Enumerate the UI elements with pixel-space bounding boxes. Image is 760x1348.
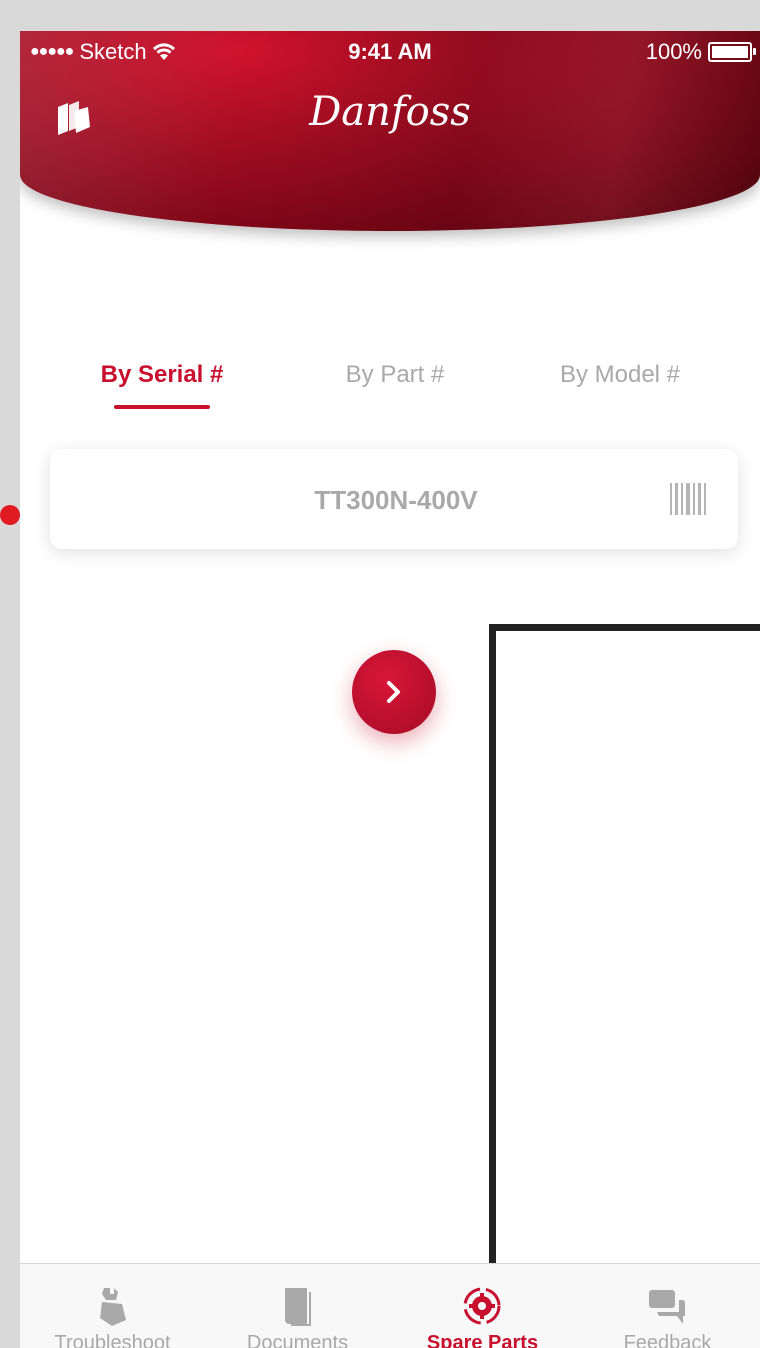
search-field — [50, 449, 742, 551]
red-marker-dot — [0, 505, 20, 525]
tabbar-label: Documents — [246, 1332, 349, 1348]
bottom-tab-bar: Troubleshoot Documents Spare Parts Feedb… — [20, 1263, 760, 1348]
status-right: 100% — [645, 39, 756, 65]
search-go-button[interactable] — [352, 650, 436, 734]
tabbar-label: Spare Parts — [426, 1332, 539, 1348]
battery-icon — [708, 42, 756, 62]
barcode-icon[interactable] — [670, 483, 710, 515]
search-input[interactable] — [50, 449, 742, 551]
danfoss-logo: Danfoss — [309, 89, 471, 135]
overlay-frame-top — [489, 624, 760, 631]
tabbar-label: Troubleshoot — [54, 1332, 171, 1348]
tabbar-label: Feedback — [623, 1332, 712, 1348]
search-tabs: By Serial # By Part # By Model # — [20, 361, 760, 421]
phone-screen: ●●●●● Sketch 9:41 AM 100% Danfoss By Ser… — [20, 31, 760, 1348]
tabbar-item-documents[interactable]: Documents — [205, 1264, 390, 1348]
wrench-hand-icon — [100, 1288, 126, 1326]
chat-bubbles-icon — [649, 1290, 686, 1324]
tab-by-model[interactable]: By Model # — [535, 361, 705, 389]
tabbar-item-spare-parts[interactable]: Spare Parts — [390, 1264, 575, 1348]
book-icon — [285, 1288, 311, 1326]
battery-percent: 100% — [645, 39, 702, 64]
active-tab-indicator — [114, 405, 210, 409]
chevron-right-icon — [387, 681, 400, 703]
tabbar-item-feedback[interactable]: Feedback — [575, 1264, 760, 1348]
tabbar-item-troubleshoot[interactable]: Troubleshoot — [20, 1264, 205, 1348]
tab-by-part[interactable]: By Part # — [315, 361, 475, 389]
tab-by-serial[interactable]: By Serial # — [82, 361, 242, 389]
gear-icon — [463, 1287, 501, 1325]
status-bar: ●●●●● Sketch 9:41 AM 100% — [20, 31, 760, 71]
overlay-frame-left — [489, 624, 496, 1304]
